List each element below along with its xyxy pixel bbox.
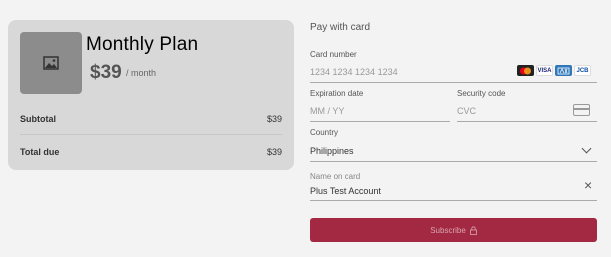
plan-name: Monthly Plan [86, 34, 199, 55]
lock-icon [469, 225, 477, 235]
plan-price: $39 [90, 62, 122, 83]
cvc-card-icon [573, 104, 590, 116]
amex-icon [555, 65, 572, 76]
subtotal-value: $39 [266, 114, 282, 124]
expiration-underline [310, 121, 450, 122]
jcb-icon: JCB [574, 65, 591, 76]
subtotal-label: Subtotal [20, 114, 56, 124]
clear-icon[interactable]: × [584, 178, 592, 192]
country-underline [310, 161, 597, 162]
name-on-card-underline [310, 200, 597, 201]
chevron-down-icon[interactable] [581, 143, 592, 154]
image-placeholder-icon [43, 56, 59, 70]
visa-icon: VISA [536, 65, 553, 76]
security-code-underline [457, 121, 597, 122]
summary-divider [20, 134, 282, 135]
card-number-input[interactable]: 1234 1234 1234 1234 [310, 67, 398, 77]
subscribe-button[interactable]: Subscribe [310, 218, 597, 242]
security-code-label: Security code [457, 89, 506, 98]
card-brand-logos: VISA JCB [517, 65, 591, 76]
total-row: Total due $39 [20, 147, 282, 157]
expiration-input[interactable]: MM / YY [310, 106, 344, 116]
plan-thumbnail [20, 32, 82, 94]
subscribe-label: Subscribe [430, 225, 466, 235]
name-on-card-input[interactable]: Plus Test Account [310, 186, 381, 196]
payment-title: Pay with card [310, 22, 371, 33]
order-summary-card: Monthly Plan $39 / month Subtotal $39 To… [8, 20, 294, 170]
country-select[interactable]: Philippines [310, 146, 354, 156]
security-code-input[interactable]: CVC [457, 106, 476, 116]
total-label: Total due [20, 147, 60, 157]
card-number-underline [310, 82, 597, 83]
subtotal-row: Subtotal $39 [20, 114, 282, 124]
country-label: Country [310, 128, 339, 137]
total-value: $39 [266, 147, 282, 157]
card-number-label: Card number [310, 50, 357, 59]
expiration-label: Expiration date [310, 89, 364, 98]
name-on-card-label: Name on card [310, 172, 361, 181]
mastercard-icon [517, 65, 534, 76]
plan-period: / month [126, 68, 157, 78]
